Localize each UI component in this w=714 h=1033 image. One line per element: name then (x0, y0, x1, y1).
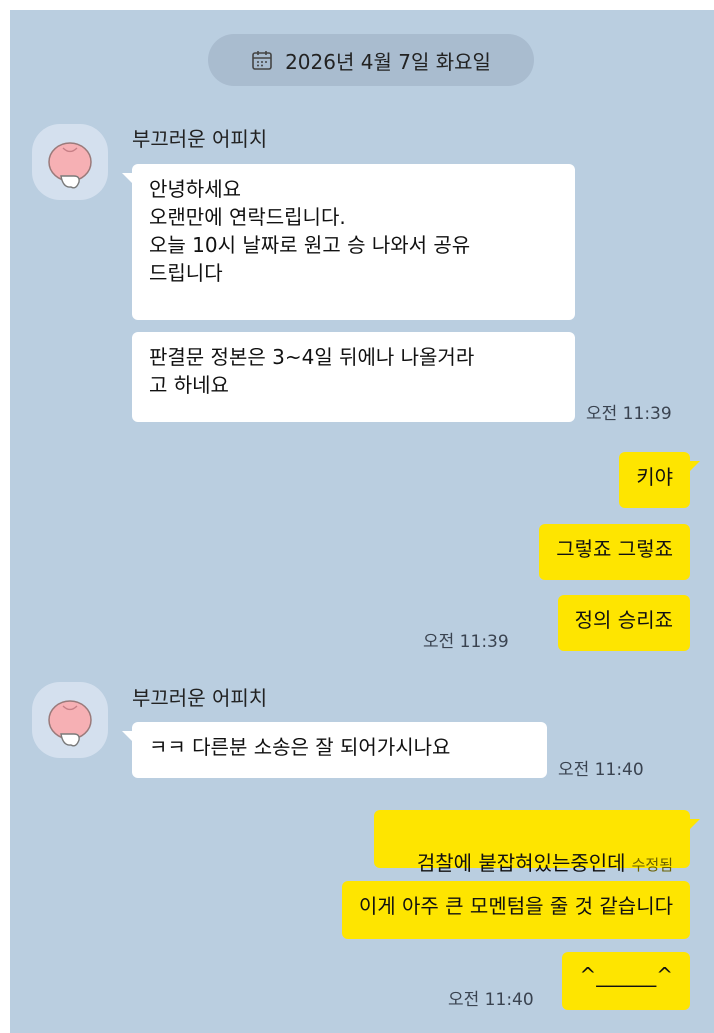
message-time: 오전 11:40 (448, 990, 534, 1010)
calendar-icon (252, 51, 272, 70)
outgoing-message[interactable]: ^______^ (562, 952, 690, 1010)
message-time: 오전 11:39 (423, 632, 509, 652)
avatar[interactable] (32, 682, 108, 758)
message-time: 오전 11:40 (558, 760, 644, 780)
edited-label: 수정됨 (631, 856, 673, 874)
incoming-message[interactable]: ㅋㅋ 다른분 소송은 잘 되어가시나요 (122, 722, 547, 778)
outgoing-message[interactable]: 이게 아주 큰 모멘텀을 줄 것 같습니다 (341, 881, 690, 939)
peach-character-icon (48, 142, 92, 189)
outgoing-message[interactable]: 정의 승리죠 (557, 595, 690, 651)
outgoing-message[interactable]: 그렇죠 그렇죠 (539, 524, 690, 580)
incoming-message[interactable]: 판결문 정본은 3~4일 뒤에나 나올거라 고 하네요 (132, 332, 575, 422)
outgoing-message[interactable]: 검찰에 붙잡혀있는중인데 수정됨 (374, 810, 700, 875)
avatar[interactable] (32, 124, 108, 200)
outgoing-message-text: 검찰에 붙잡혀있는중인데 (416, 851, 626, 875)
date-divider: 2026년 4월 7일 화요일 (208, 34, 534, 86)
incoming-message[interactable]: 안녕하세요 오랜만에 연락드립니다. 오늘 10시 날짜로 원고 승 나와서 공… (122, 164, 575, 320)
sender-name: 부끄러운 어피치 (132, 686, 268, 710)
message-time: 오전 11:39 (586, 404, 672, 424)
chat-room[interactable]: 2026년 4월 7일 화요일 부끄러운 어피치 안녕하세요 오랜만에 연락드립… (10, 10, 714, 1033)
peach-character-icon (48, 700, 92, 747)
sender-name: 부끄러운 어피치 (132, 127, 268, 151)
outgoing-message[interactable]: 키야 (619, 452, 700, 508)
date-divider-text: 2026년 4월 7일 화요일 (285, 49, 491, 74)
